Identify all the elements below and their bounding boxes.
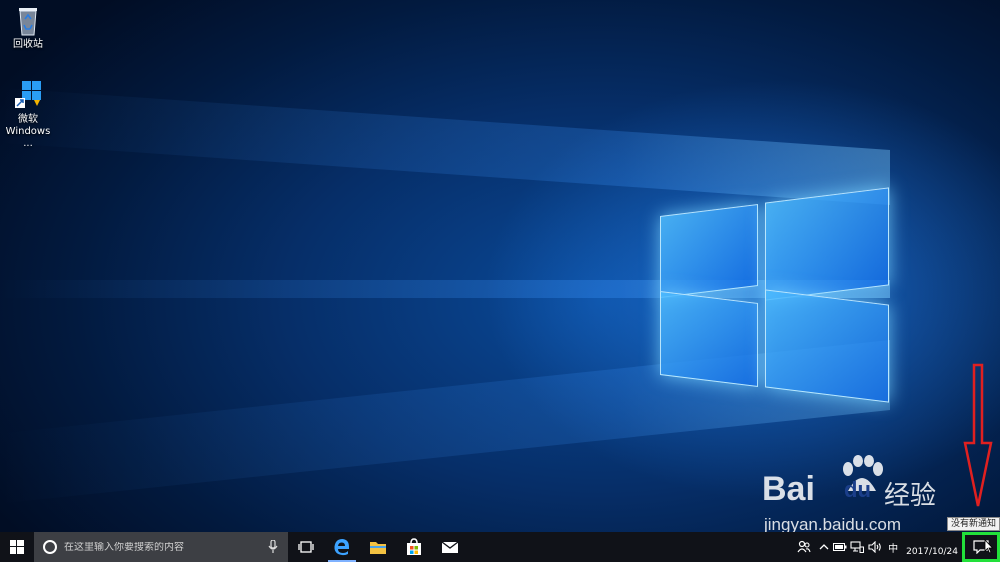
watermark-brand-du: du (844, 477, 871, 502)
microphone-icon[interactable] (268, 540, 278, 554)
clock-date: 2017/10/24 (906, 547, 958, 557)
wallpaper-beam (0, 87, 890, 205)
desktop: 回收站 微软 Windows ... Bai du 经验 jingyan.bai… (0, 0, 1000, 562)
tray-volume[interactable] (866, 532, 884, 562)
desktop-icon-label: 回收站 (13, 39, 43, 50)
recycle-bin-icon (19, 8, 37, 36)
file-explorer-icon (370, 542, 386, 554)
action-center-button[interactable] (962, 532, 1000, 562)
red-down-arrow-icon (963, 363, 993, 507)
desktop-icon-label-line2: Windows ... (5, 126, 51, 149)
tray-overflow[interactable] (816, 532, 832, 562)
taskbar-app-mail[interactable] (432, 532, 468, 562)
taskbar-app-store[interactable] (396, 532, 432, 562)
watermark-brand: Bai (762, 470, 815, 508)
wallpaper-logo-pane (765, 289, 889, 403)
watermark-brand-cn: 经验 (884, 480, 937, 510)
volume-icon (868, 541, 881, 553)
wallpaper-logo-pane (660, 290, 758, 388)
edge-browser-icon (334, 539, 349, 556)
tray-people[interactable] (792, 532, 816, 562)
tray-ime[interactable]: 中 (884, 532, 902, 562)
cortana-icon (43, 540, 57, 554)
taskbar-app-explorer[interactable] (360, 532, 396, 562)
windows-start-icon (10, 540, 24, 554)
notification-tooltip: 没有新通知 (947, 517, 1000, 531)
start-button[interactable] (0, 532, 34, 562)
task-view-icon (298, 541, 314, 553)
system-tray: 中 2017/10/24 (792, 532, 1000, 562)
task-view-button[interactable] (288, 532, 324, 562)
search-box[interactable] (34, 532, 288, 562)
desktop-icon-label-line1: 微软 (18, 114, 38, 125)
tray-network[interactable] (848, 532, 866, 562)
desktop-icon-windows-installer[interactable]: 微软 Windows ... (0, 80, 56, 150)
tray-clock[interactable]: 2017/10/24 (902, 536, 962, 558)
mouse-cursor-icon (984, 539, 994, 554)
windows-installer-icon (15, 81, 41, 108)
desktop-icon-recycle-bin[interactable]: 回收站 (0, 5, 56, 51)
clock-time (906, 536, 958, 547)
chevron-up-icon (819, 544, 829, 550)
people-icon (797, 540, 811, 553)
store-icon (407, 538, 421, 555)
search-input[interactable] (58, 541, 254, 553)
network-icon (850, 541, 865, 553)
mail-icon (441, 541, 459, 553)
taskbar: 中 2017/10/24 (0, 532, 1000, 562)
taskbar-app-edge[interactable] (324, 532, 360, 562)
wallpaper-logo-pane (660, 203, 758, 299)
wallpaper-logo-pane (765, 187, 889, 301)
paw-logo-icon (843, 455, 883, 491)
battery-icon (833, 543, 847, 551)
tray-battery[interactable] (832, 532, 848, 562)
ime-indicator: 中 (888, 543, 899, 555)
